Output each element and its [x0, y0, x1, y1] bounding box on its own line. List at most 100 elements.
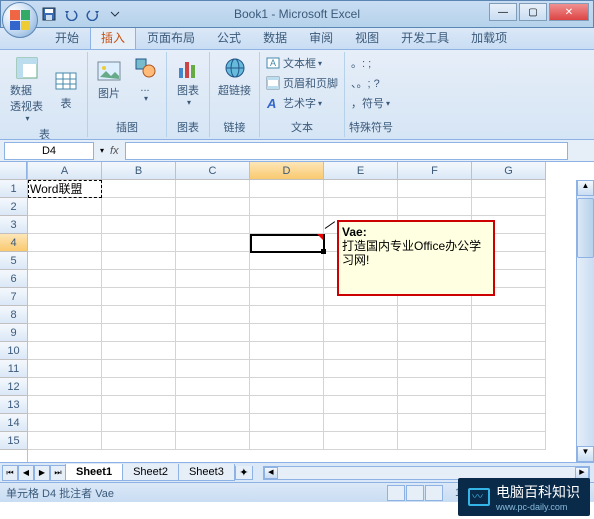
cell[interactable] — [176, 324, 250, 342]
cell[interactable] — [472, 198, 546, 216]
tab-home[interactable]: 开始 — [44, 25, 90, 49]
new-sheet-button[interactable]: ✦ — [235, 466, 253, 480]
row-header[interactable]: 5 — [0, 252, 27, 270]
qat-more-icon[interactable] — [105, 4, 125, 24]
cell[interactable] — [176, 180, 250, 198]
sheet-tab-1[interactable]: Sheet1 — [65, 464, 123, 481]
cell[interactable] — [28, 198, 102, 216]
cell[interactable] — [176, 252, 250, 270]
cell[interactable] — [250, 306, 324, 324]
cell[interactable] — [28, 342, 102, 360]
cell[interactable] — [102, 234, 176, 252]
row-header[interactable]: 10 — [0, 342, 27, 360]
cell[interactable] — [250, 216, 324, 234]
row-header[interactable]: 13 — [0, 396, 27, 414]
cell[interactable] — [102, 288, 176, 306]
row-header-active[interactable]: 4 — [0, 234, 27, 252]
cell[interactable] — [176, 378, 250, 396]
cell[interactable] — [102, 396, 176, 414]
formula-input[interactable] — [125, 142, 568, 160]
sheet-nav-next-icon[interactable]: ▶ — [34, 465, 50, 481]
tab-insert[interactable]: 插入 — [90, 25, 136, 49]
cell[interactable] — [102, 180, 176, 198]
view-page-break-button[interactable] — [425, 485, 443, 501]
textbox-button[interactable]: A 文本框▾ — [264, 54, 340, 72]
cell[interactable] — [28, 306, 102, 324]
cell[interactable] — [250, 198, 324, 216]
cell[interactable] — [250, 360, 324, 378]
row-header[interactable]: 14 — [0, 414, 27, 432]
picture-button[interactable]: 图片 — [92, 54, 126, 105]
cell[interactable] — [472, 360, 546, 378]
cell[interactable] — [472, 180, 546, 198]
hyperlink-button[interactable]: 超链接 — [214, 54, 255, 100]
cell[interactable] — [102, 360, 176, 378]
cell[interactable] — [250, 324, 324, 342]
cell[interactable] — [398, 198, 472, 216]
cell[interactable] — [398, 432, 472, 450]
cell[interactable] — [102, 342, 176, 360]
cell[interactable] — [250, 252, 324, 270]
cell[interactable] — [176, 306, 250, 324]
undo-icon[interactable] — [61, 4, 81, 24]
comment-box[interactable]: Vae: 打造国内专业Office办公学习网! — [337, 220, 495, 296]
cell[interactable] — [250, 234, 324, 252]
row-header[interactable]: 8 — [0, 306, 27, 324]
cell[interactable] — [398, 360, 472, 378]
symbols-row1[interactable]: 。: ; — [349, 54, 393, 72]
cell[interactable] — [472, 342, 546, 360]
cell[interactable] — [102, 306, 176, 324]
cell[interactable] — [102, 414, 176, 432]
cell[interactable] — [324, 198, 398, 216]
close-button[interactable]: ✕ — [549, 3, 589, 21]
row-header[interactable]: 11 — [0, 360, 27, 378]
cell[interactable] — [324, 360, 398, 378]
cell[interactable] — [472, 396, 546, 414]
cell[interactable] — [398, 414, 472, 432]
sheet-nav-last-icon[interactable]: ⏭ — [50, 465, 66, 481]
sheet-tab-3[interactable]: Sheet3 — [178, 464, 235, 481]
cell[interactable] — [398, 396, 472, 414]
cell[interactable] — [472, 414, 546, 432]
cell[interactable] — [250, 432, 324, 450]
cell[interactable] — [176, 198, 250, 216]
col-header-active[interactable]: D — [250, 162, 324, 180]
symbol-button[interactable]: ，符号▾ — [349, 94, 393, 112]
cell[interactable] — [250, 414, 324, 432]
scroll-left-icon[interactable]: ◀ — [264, 467, 278, 479]
cell[interactable] — [472, 324, 546, 342]
vertical-scrollbar[interactable]: ▲ ▼ — [576, 180, 594, 462]
cell[interactable] — [102, 432, 176, 450]
sheet-tab-2[interactable]: Sheet2 — [122, 464, 179, 481]
save-icon[interactable] — [39, 4, 59, 24]
cell[interactable] — [250, 270, 324, 288]
cell[interactable] — [102, 378, 176, 396]
cell[interactable] — [398, 378, 472, 396]
cell[interactable] — [250, 396, 324, 414]
cell[interactable] — [250, 288, 324, 306]
col-header[interactable]: F — [398, 162, 472, 180]
cell[interactable] — [28, 432, 102, 450]
table-button[interactable]: 表 — [49, 54, 83, 125]
pivot-table-button[interactable]: 数据 透视表▾ — [6, 54, 47, 125]
office-button[interactable] — [2, 2, 38, 38]
select-all-corner[interactable] — [0, 162, 27, 180]
cell[interactable] — [324, 432, 398, 450]
cell[interactable] — [324, 306, 398, 324]
cell[interactable] — [324, 378, 398, 396]
tab-developer[interactable]: 开发工具 — [390, 25, 460, 49]
cell[interactable] — [398, 180, 472, 198]
cell[interactable] — [472, 378, 546, 396]
cell[interactable] — [102, 252, 176, 270]
cell[interactable] — [28, 288, 102, 306]
cell[interactable] — [398, 342, 472, 360]
cell[interactable] — [472, 432, 546, 450]
cell[interactable] — [250, 342, 324, 360]
cell[interactable] — [102, 198, 176, 216]
cell[interactable] — [324, 342, 398, 360]
cell[interactable] — [28, 324, 102, 342]
symbols-row2[interactable]: 、。; ? — [349, 74, 393, 92]
tab-review[interactable]: 审阅 — [298, 25, 344, 49]
cell[interactable] — [324, 396, 398, 414]
chart-button[interactable]: 图表▾ — [171, 54, 205, 109]
